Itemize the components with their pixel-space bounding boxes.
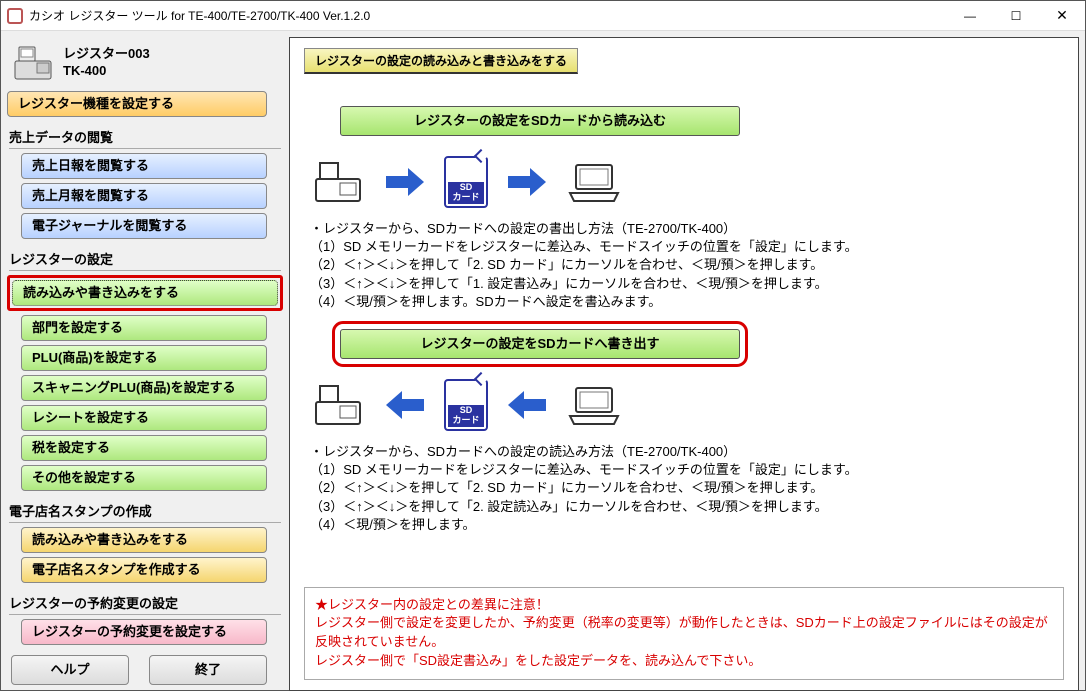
register-info: レジスター003 TK-400 bbox=[63, 46, 150, 80]
configure-model-button[interactable]: レジスター機種を設定する bbox=[7, 91, 267, 117]
other-button[interactable]: その他を設定する bbox=[21, 465, 267, 491]
exit-button[interactable]: 終了 bbox=[149, 655, 267, 685]
register-icon bbox=[310, 159, 366, 205]
stamp-rw-button[interactable]: 読み込みや書き込みをする bbox=[21, 527, 267, 553]
read-from-sd-button[interactable]: レジスターの設定をSDカードから読み込む bbox=[340, 106, 740, 136]
arrow-left-icon bbox=[384, 389, 426, 421]
arrow-right-icon bbox=[506, 166, 548, 198]
sales-monthly-button[interactable]: 売上月報を閲覧する bbox=[21, 183, 267, 209]
sidebar: レジスター003 TK-400 レジスター機種を設定する 売上データの閲覧 売上… bbox=[7, 37, 283, 691]
laptop-icon bbox=[566, 159, 622, 205]
scanplu-button[interactable]: スキャニングPLU(商品)を設定する bbox=[21, 375, 267, 401]
register-icon bbox=[310, 382, 366, 428]
write-to-sd-button[interactable]: レジスターの設定をSDカードへ書き出す bbox=[340, 329, 740, 359]
section-reserve: レジスターの予約変更の設定 bbox=[9, 593, 281, 615]
maximize-button[interactable]: ☐ bbox=[993, 1, 1039, 30]
window-title: カシオ レジスター ツール for TE-400/TE-2700/TK-400 … bbox=[29, 7, 947, 24]
section-stamp: 電子店名スタンプの作成 bbox=[9, 501, 281, 523]
section-sales: 売上データの閲覧 bbox=[9, 127, 281, 149]
rw-button-selected[interactable]: 読み込みや書き込みをする bbox=[12, 280, 278, 306]
main-panel: レジスターの設定の読み込みと書き込みをする レジスターの設定をSDカードから読み… bbox=[289, 37, 1079, 691]
section-settings: レジスターの設定 bbox=[9, 249, 281, 271]
warning-box: ★レジスター内の設定との差異に注意！ レジスター側で設定を変更したか、予約変更（… bbox=[304, 587, 1064, 680]
tab-rw[interactable]: レジスターの設定の読み込みと書き込みをする bbox=[304, 48, 578, 74]
read-instructions: ・レジスターから、SDカードへの設定の書出し方法（TE-2700/TK-400）… bbox=[310, 220, 1064, 311]
sd-card-icon: SDカード bbox=[444, 156, 488, 208]
write-instructions: ・レジスターから、SDカードへの設定の読込み方法（TE-2700/TK-400）… bbox=[310, 443, 1064, 534]
laptop-icon bbox=[566, 382, 622, 428]
sales-journal-button[interactable]: 電子ジャーナルを閲覧する bbox=[21, 213, 267, 239]
minimize-button[interactable]: — bbox=[947, 1, 993, 30]
sales-daily-button[interactable]: 売上日報を閲覧する bbox=[21, 153, 267, 179]
tax-button[interactable]: 税を設定する bbox=[21, 435, 267, 461]
receipt-button[interactable]: レシートを設定する bbox=[21, 405, 267, 431]
flow-write: SDカード bbox=[310, 379, 1064, 431]
arrow-right-icon bbox=[384, 166, 426, 198]
titlebar: カシオ レジスター ツール for TE-400/TE-2700/TK-400 … bbox=[1, 1, 1085, 31]
register-model: TK-400 bbox=[63, 63, 150, 80]
register-icon bbox=[11, 43, 55, 83]
help-button[interactable]: ヘルプ bbox=[11, 655, 129, 685]
sd-card-icon: SDカード bbox=[444, 379, 488, 431]
flow-read: SDカード bbox=[310, 156, 1064, 208]
reserve-button[interactable]: レジスターの予約変更を設定する bbox=[21, 619, 267, 645]
plu-button[interactable]: PLU(商品)を設定する bbox=[21, 345, 267, 371]
dept-button[interactable]: 部門を設定する bbox=[21, 315, 267, 341]
app-icon bbox=[7, 8, 23, 24]
stamp-create-button[interactable]: 電子店名スタンプを作成する bbox=[21, 557, 267, 583]
selected-highlight: 読み込みや書き込みをする bbox=[7, 275, 283, 311]
close-button[interactable]: ✕ bbox=[1039, 1, 1085, 30]
register-name: レジスター003 bbox=[63, 46, 150, 63]
arrow-left-icon bbox=[506, 389, 548, 421]
